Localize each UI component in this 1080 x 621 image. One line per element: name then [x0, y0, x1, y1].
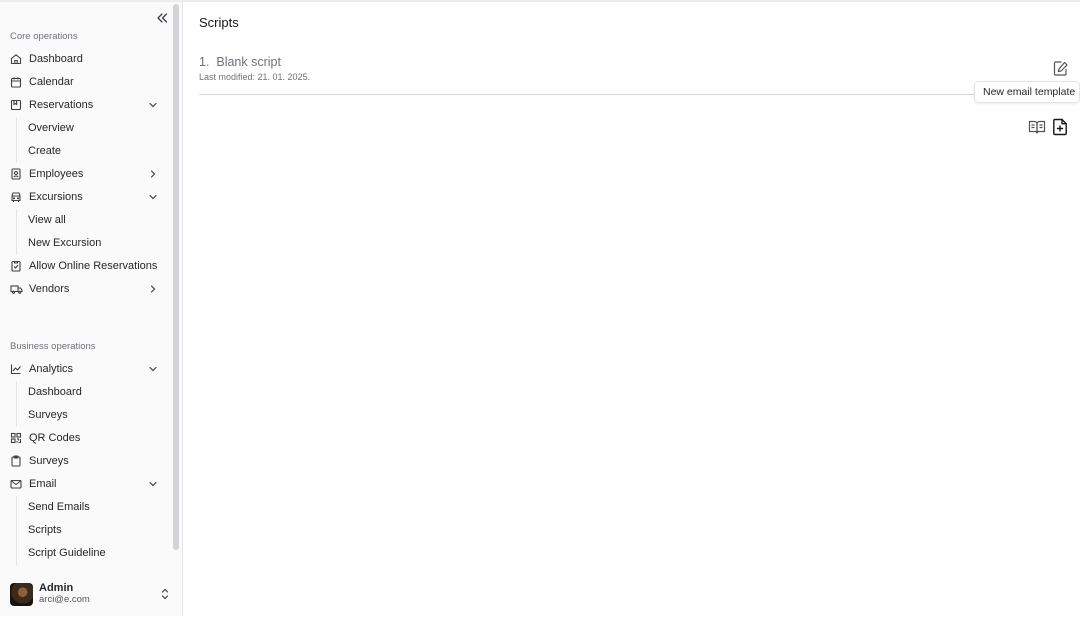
section-label-core: Core operations: [10, 31, 78, 42]
submenu-line: [16, 209, 17, 255]
qr-code-icon: [9, 431, 23, 445]
chevrons-up-down-icon: [161, 588, 169, 600]
excursions-icon: [9, 190, 23, 204]
sidebar-item-allow-online-reservations[interactable]: Allow Online Reservations: [8, 256, 163, 276]
user-menu[interactable]: Admin arci@e.com: [10, 580, 170, 608]
script-guideline-button[interactable]: [1028, 119, 1046, 135]
mail-icon: [9, 477, 23, 491]
chevron-down-icon: [149, 481, 157, 487]
sidebar-item-label: Reservations: [29, 99, 94, 111]
collapse-icon: [157, 13, 168, 23]
sidebar-subitem-overview[interactable]: Overview: [28, 119, 74, 137]
sidebar-item-label: Analytics: [29, 363, 74, 375]
sidebar-item-label: Calendar: [29, 76, 74, 88]
sidebar-item-label: Employees: [29, 168, 84, 180]
sidebar-item-surveys[interactable]: Surveys: [8, 451, 163, 471]
chevron-right-icon: [150, 170, 156, 178]
sidebar-item-employees[interactable]: Employees: [8, 164, 163, 184]
submenu-line: [16, 117, 17, 163]
new-script-button[interactable]: [1052, 118, 1068, 136]
sidebar-subitem-scripts[interactable]: Scripts: [28, 521, 62, 539]
book-icon: [1028, 120, 1046, 134]
tooltip-new-email-template: New email template: [974, 81, 1080, 103]
script-last-modified: Last modified: 21. 01. 2025.: [199, 72, 311, 82]
sidebar-item-label: QR Codes: [29, 432, 81, 444]
page-title: Scripts: [199, 15, 239, 30]
sidebar-subitem-create[interactable]: Create: [28, 142, 61, 160]
sidebar-subitem-analytics-dashboard[interactable]: Dashboard: [28, 383, 82, 401]
script-list-item[interactable]: 1. Blank script Last modified: 21. 01. 2…: [199, 55, 1077, 95]
chevron-right-icon: [150, 285, 156, 293]
user-email: arci@e.com: [39, 593, 90, 605]
home-icon: [9, 52, 23, 66]
clipboard-icon: [9, 454, 23, 468]
vendors-icon: [9, 282, 23, 296]
sidebar-subitem-send-emails[interactable]: Send Emails: [28, 498, 90, 516]
sidebar-item-reservations[interactable]: Reservations: [8, 95, 163, 115]
sidebar-item-label: Email: [29, 478, 57, 490]
sidebar-item-calendar[interactable]: Calendar: [8, 72, 163, 92]
edit-icon: [1053, 61, 1068, 76]
sidebar-subitem-view-all[interactable]: View all: [28, 211, 66, 229]
calendar-icon: [9, 75, 23, 89]
script-title: 1. Blank script: [199, 55, 281, 69]
sidebar-subitem-analytics-surveys[interactable]: Surveys: [28, 406, 68, 424]
sidebar-scrollbar[interactable]: [173, 4, 179, 550]
reservations-icon: [9, 98, 23, 112]
sidebar-item-label: Excursions: [29, 191, 83, 203]
employees-icon: [9, 167, 23, 181]
sidebar-item-label: Allow Online Reservations: [29, 260, 158, 272]
chevron-down-icon: [149, 366, 157, 372]
sidebar-item-analytics[interactable]: Analytics: [8, 359, 163, 379]
sidebar-item-excursions[interactable]: Excursions: [8, 187, 163, 207]
sidebar-item-qr-codes[interactable]: QR Codes: [8, 428, 163, 448]
new-file-icon: [1053, 118, 1067, 136]
submenu-line: [16, 381, 17, 427]
sidebar-subitem-script-guideline[interactable]: Script Guideline: [28, 544, 106, 562]
sidebar-subitem-new-excursion[interactable]: New Excursion: [28, 234, 101, 252]
analytics-icon: [9, 362, 23, 376]
sidebar-item-label: Vendors: [29, 283, 70, 295]
sidebar-item-email[interactable]: Email: [8, 474, 163, 494]
user-name: Admin: [39, 582, 74, 595]
chevron-down-icon: [149, 102, 157, 108]
sidebar-item-label: Surveys: [29, 455, 69, 467]
collapse-sidebar-button[interactable]: [154, 10, 170, 26]
section-label-business: Business operations: [10, 341, 96, 352]
new-email-template-button[interactable]: [1052, 60, 1069, 77]
submenu-line: [16, 496, 17, 565]
chevron-down-icon: [149, 194, 157, 200]
sidebar-item-vendors[interactable]: Vendors: [8, 279, 163, 299]
sidebar-item-label: Dashboard: [29, 53, 83, 65]
sidebar-item-dashboard[interactable]: Dashboard: [8, 49, 163, 69]
allow-online-icon: [9, 259, 23, 273]
avatar: [10, 582, 33, 606]
